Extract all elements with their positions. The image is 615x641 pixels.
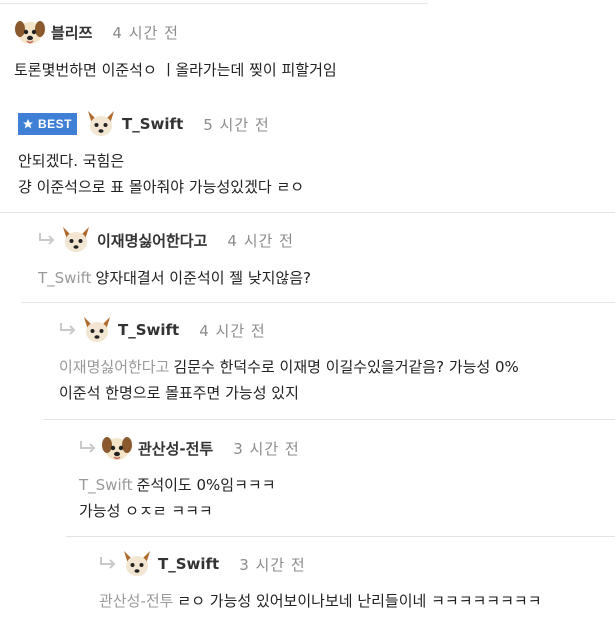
mention-link[interactable]: 이재명싫어한다고 bbox=[59, 358, 169, 376]
nickname[interactable]: T_Swift bbox=[158, 555, 219, 573]
comment-line: 이준석 한명으로 몰표주면 가능성 있지 bbox=[59, 384, 299, 402]
fox-avatar-icon[interactable] bbox=[60, 224, 92, 256]
reply-arrow-icon bbox=[60, 323, 76, 335]
comment-text: 김문수 한덕수로 이재명 이길수있을거같음? 가능성 0% bbox=[173, 358, 519, 376]
comment-header: 블리쯔 4 시간 전 bbox=[14, 16, 179, 48]
star-icon bbox=[23, 119, 33, 129]
timestamp: 5 시간 전 bbox=[203, 115, 270, 134]
comment-text: 준석이도 0%임ㅋㅋㅋ bbox=[136, 476, 276, 494]
top-divider bbox=[0, 3, 428, 4]
dog-avatar-icon[interactable] bbox=[14, 16, 46, 48]
reply-comment: T_Swift 4 시간 전 이재명싫어한다고 김문수 한덕수로 이재명 이길수있… bbox=[59, 314, 615, 414]
best-badge: BEST bbox=[18, 113, 78, 135]
comment-line: 관산성-전투 ㄹㅇ 가능성 있어보이나보네 난리들이네 ㅋㅋㅋㅋㅋㅋㅋㅋ bbox=[99, 588, 542, 614]
comment-body: 토론몇번하면 이준석ㅇ ㅣ올라가는데 찢이 피할거임 bbox=[14, 57, 337, 83]
timestamp: 3 시간 전 bbox=[233, 439, 300, 458]
mention-link[interactable]: T_Swift bbox=[79, 476, 133, 494]
comment-header: 이재명싫어한다고 4 시간 전 bbox=[38, 224, 294, 256]
mention-link[interactable]: T_Swift bbox=[38, 269, 92, 287]
nickname[interactable]: 블리쯔 bbox=[51, 22, 92, 43]
comment-header: T_Swift 4 시간 전 bbox=[59, 314, 266, 346]
reply-arrow-icon bbox=[80, 441, 96, 453]
fox-avatar-icon[interactable] bbox=[81, 314, 113, 346]
comment-divider bbox=[22, 302, 615, 303]
timestamp: 4 시간 전 bbox=[227, 231, 294, 250]
comment-text: 양자대결서 이준석이 젤 낮지않음? bbox=[95, 269, 311, 287]
nickname[interactable]: T_Swift bbox=[118, 321, 179, 339]
fox-avatar-icon[interactable] bbox=[121, 548, 153, 580]
comment-line: T_Swift 준석이도 0%임ㅋㅋㅋ bbox=[79, 472, 276, 498]
reply-comment: 관산성-전투 3 시간 전 T_Swift 준석이도 0%임ㅋㅋㅋ 가능성 ㅇㅈㄹ… bbox=[79, 432, 615, 527]
timestamp: 4 시간 전 bbox=[112, 23, 179, 42]
best-badge-label: BEST bbox=[38, 117, 73, 131]
comment-text: ㄹㅇ 가능성 있어보이나보네 난리들이네 ㅋㅋㅋㅋㅋㅋㅋㅋ bbox=[177, 592, 542, 610]
comment-header: BEST T_Swift 5 시간 전 bbox=[18, 108, 270, 140]
comment-line: 안되겠다. 국힘은 bbox=[18, 152, 125, 170]
dog-avatar-icon[interactable] bbox=[101, 432, 133, 464]
comment-divider bbox=[66, 536, 615, 537]
comment-line: 토론몇번하면 이준석ㅇ ㅣ올라가는데 찢이 피할거임 bbox=[14, 61, 337, 79]
nickname[interactable]: 관산성-전투 bbox=[138, 438, 213, 459]
comment-line: 가능성 ㅇㅈㄹ ㅋㅋㅋ bbox=[79, 502, 213, 520]
nickname[interactable]: T_Swift bbox=[122, 115, 183, 133]
timestamp: 3 시간 전 bbox=[239, 555, 306, 574]
reply-arrow-icon bbox=[39, 233, 55, 245]
comment-body: 관산성-전투 ㄹㅇ 가능성 있어보이나보네 난리들이네 ㅋㅋㅋㅋㅋㅋㅋㅋ bbox=[99, 588, 542, 614]
nickname[interactable]: 이재명싫어한다고 bbox=[97, 230, 207, 251]
reply-arrow-icon bbox=[100, 557, 116, 569]
comment-line: T_Swift 양자대결서 이준석이 젤 낮지않음? bbox=[38, 265, 311, 291]
comment-line: 걍 이준석으로 표 몰아줘야 가능성있겠다 ㄹㅇ bbox=[18, 178, 305, 196]
comment-body: 안되겠다. 국힘은 걍 이준석으로 표 몰아줘야 가능성있겠다 ㄹㅇ bbox=[18, 148, 304, 200]
fox-avatar-icon[interactable] bbox=[85, 108, 117, 140]
mention-link[interactable]: 관산성-전투 bbox=[99, 592, 173, 610]
comment-body: 이재명싫어한다고 김문수 한덕수로 이재명 이길수있을거같음? 가능성 0% 이준… bbox=[59, 354, 519, 406]
comment-line: 이재명싫어한다고 김문수 한덕수로 이재명 이길수있을거같음? 가능성 0% bbox=[59, 354, 519, 380]
timestamp: 4 시간 전 bbox=[199, 321, 266, 340]
comment: 블리쯔 4 시간 전 토론몇번하면 이준석ㅇ ㅣ올라가는데 찢이 피할거임 bbox=[14, 16, 615, 96]
comment-divider bbox=[0, 212, 615, 213]
reply-comment: T_Swift 3 시간 전 관산성-전투 ㄹㅇ 가능성 있어보이나보네 난리들이… bbox=[99, 548, 615, 638]
comment-header: 관산성-전투 3 시간 전 bbox=[79, 432, 300, 464]
reply-comment: 이재명싫어한다고 4 시간 전 T_Swift 양자대결서 이준석이 젤 낮지않음… bbox=[38, 224, 615, 294]
comment-header: T_Swift 3 시간 전 bbox=[99, 548, 306, 580]
comment-divider bbox=[44, 419, 615, 420]
comment-body: T_Swift 준석이도 0%임ㅋㅋㅋ 가능성 ㅇㅈㄹ ㅋㅋㅋ bbox=[79, 472, 276, 524]
comment-best: BEST T_Swift 5 시간 전 안되겠다. 국힘은 걍 이준석으로 표 … bbox=[18, 108, 615, 208]
comment-body: T_Swift 양자대결서 이준석이 젤 낮지않음? bbox=[38, 265, 311, 291]
